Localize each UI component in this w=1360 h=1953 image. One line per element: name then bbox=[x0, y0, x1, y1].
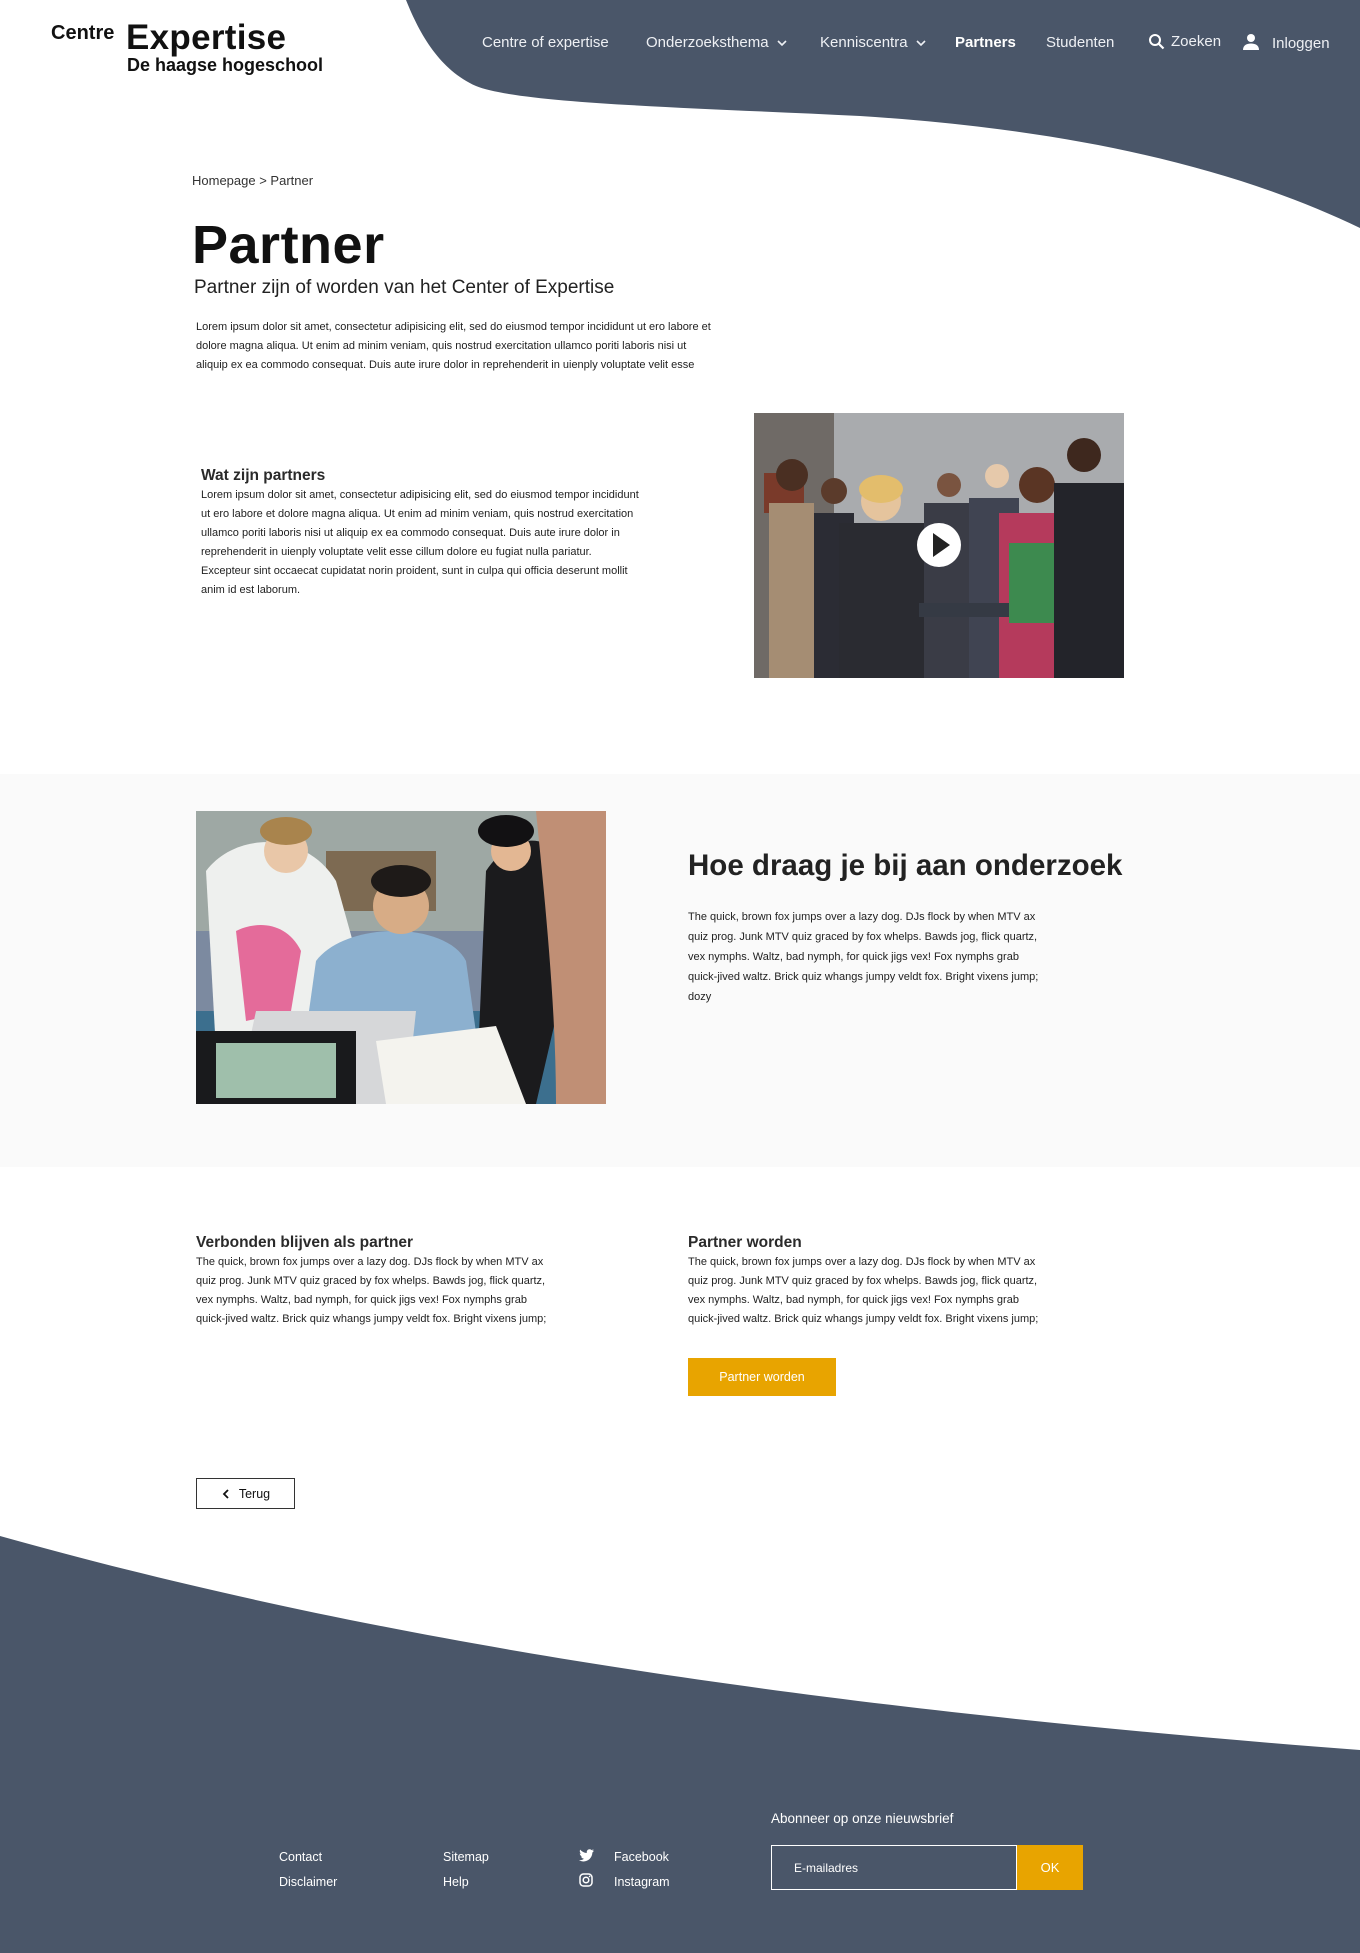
become-partner-button[interactable]: Partner worden bbox=[688, 1358, 836, 1396]
twitter-icon[interactable] bbox=[579, 1849, 594, 1867]
intro-line: Lorem ipsum dolor sit amet, consectetur … bbox=[196, 321, 711, 333]
nav-studenten[interactable]: Studenten bbox=[1046, 34, 1114, 51]
footer-sitemap-link[interactable]: Sitemap bbox=[443, 1850, 489, 1864]
breadcrumb[interactable]: Homepage > Partner bbox=[192, 173, 313, 188]
partners-paragraph: Lorem ipsum dolor sit amet, consectetur … bbox=[201, 486, 639, 600]
newsletter-email-input[interactable] bbox=[771, 1845, 1017, 1890]
partners-line: reprehenderit in uienply voluptate velit… bbox=[201, 546, 592, 558]
newsletter-submit-button[interactable]: OK bbox=[1017, 1845, 1083, 1890]
search-label: Zoeken bbox=[1171, 33, 1222, 50]
partners-line: ut ero labore et dolore magna aliqua. Ut… bbox=[201, 508, 634, 520]
become-partner-heading: Partner worden bbox=[688, 1234, 802, 1251]
login-button[interactable]: Inloggen bbox=[1242, 32, 1330, 52]
logo-expertise[interactable]: Expertise bbox=[126, 18, 286, 58]
chevron-down-icon bbox=[915, 39, 926, 46]
research-line: quick-jived waltz. Brick quiz whangs jum… bbox=[688, 971, 1039, 983]
back-label: Terug bbox=[238, 1486, 271, 1501]
connected-line: quick-jived waltz. Brick quiz whangs jum… bbox=[196, 1313, 547, 1325]
research-paragraph: The quick, brown fox jumps over a lazy d… bbox=[688, 907, 1038, 1007]
footer-facebook-link[interactable]: Facebook bbox=[614, 1850, 669, 1864]
research-line: dozy bbox=[688, 991, 712, 1003]
intro-paragraph: Lorem ipsum dolor sit amet, consectetur … bbox=[196, 318, 711, 375]
connected-line: The quick, brown fox jumps over a lazy d… bbox=[196, 1256, 544, 1268]
nav-partners[interactable]: Partners bbox=[955, 34, 1016, 51]
search-icon bbox=[1149, 34, 1165, 50]
become-line: The quick, brown fox jumps over a lazy d… bbox=[688, 1256, 1036, 1268]
research-line: The quick, brown fox jumps over a lazy d… bbox=[688, 911, 1036, 923]
research-line: quiz prog. Junk MTV quiz graced by fox w… bbox=[688, 931, 1038, 943]
footer-help-link[interactable]: Help bbox=[443, 1875, 469, 1889]
connected-line: quiz prog. Junk MTV quiz graced by fox w… bbox=[196, 1275, 546, 1287]
students-photo bbox=[196, 811, 606, 1104]
newsletter-title: Abonneer op onze nieuwsbrief bbox=[771, 1811, 954, 1826]
instagram-icon[interactable] bbox=[579, 1873, 593, 1892]
partners-video[interactable] bbox=[754, 413, 1124, 678]
connected-line: vex nymphs. Waltz, bad nymph, for quick … bbox=[196, 1294, 527, 1306]
nav-themes-label: Onderzoeksthema bbox=[646, 34, 769, 51]
nav-centre-label: Centre of expertise bbox=[482, 34, 609, 51]
logo-subtitle[interactable]: De haagse hogeschool bbox=[127, 55, 323, 76]
page-title: Partner bbox=[192, 215, 385, 275]
become-line: vex nymphs. Waltz, bad nymph, for quick … bbox=[688, 1294, 1019, 1306]
partners-heading: Wat zijn partners bbox=[201, 467, 326, 484]
research-heading: Hoe draag je bij aan onderzoek bbox=[688, 849, 1123, 882]
footer-disclaimer-link[interactable]: Disclaimer bbox=[279, 1875, 337, 1889]
become-partner-paragraph: The quick, brown fox jumps over a lazy d… bbox=[688, 1253, 1038, 1329]
play-icon[interactable] bbox=[917, 523, 961, 567]
nav-knowledge-label: Kenniscentra bbox=[820, 34, 908, 51]
chevron-left-icon bbox=[222, 1488, 229, 1499]
become-line: quiz prog. Junk MTV quiz graced by fox w… bbox=[688, 1275, 1038, 1287]
nav-onderzoeksthema[interactable]: Onderzoeksthema bbox=[646, 34, 789, 51]
chevron-down-icon bbox=[777, 39, 787, 46]
back-button[interactable]: Terug bbox=[196, 1478, 295, 1509]
user-icon bbox=[1243, 34, 1259, 50]
partners-line: Lorem ipsum dolor sit amet, consectetur … bbox=[201, 489, 639, 501]
intro-line: aliquip ex ea commodo consequat. Duis au… bbox=[196, 359, 695, 371]
nav-partners-label: Partners bbox=[955, 34, 1016, 51]
nav-centre-of-expertise[interactable]: Centre of expertise bbox=[482, 34, 609, 51]
become-line: quick-jived waltz. Brick quiz whangs jum… bbox=[688, 1313, 1039, 1325]
intro-line: dolore magna aliqua. Ut enim ad minim ve… bbox=[196, 340, 687, 352]
logo-centre[interactable]: Centre bbox=[51, 22, 114, 45]
connected-heading: Verbonden blijven als partner bbox=[196, 1234, 414, 1251]
partners-line: ullamco poriti laboris nisi ut aliquip e… bbox=[201, 527, 620, 539]
connected-paragraph: The quick, brown fox jumps over a lazy d… bbox=[196, 1253, 546, 1329]
research-line: vex nymphs. Waltz, bad nymph, for quick … bbox=[688, 951, 1019, 963]
footer-instagram-link[interactable]: Instagram bbox=[614, 1875, 670, 1889]
page-subtitle: Partner zijn of worden van het Center of… bbox=[194, 277, 615, 298]
partners-line: Excepteur sint occaecat cupidatat norin … bbox=[201, 565, 628, 577]
footer-contact-link[interactable]: Contact bbox=[279, 1850, 322, 1864]
search-button[interactable]: Zoeken bbox=[1148, 33, 1221, 50]
login-label: Inloggen bbox=[1272, 35, 1330, 52]
nav-students-label: Studenten bbox=[1046, 34, 1115, 51]
nav-kenniscentra[interactable]: Kenniscentra bbox=[820, 34, 928, 51]
partners-line: anim id est laborum. bbox=[201, 584, 301, 596]
